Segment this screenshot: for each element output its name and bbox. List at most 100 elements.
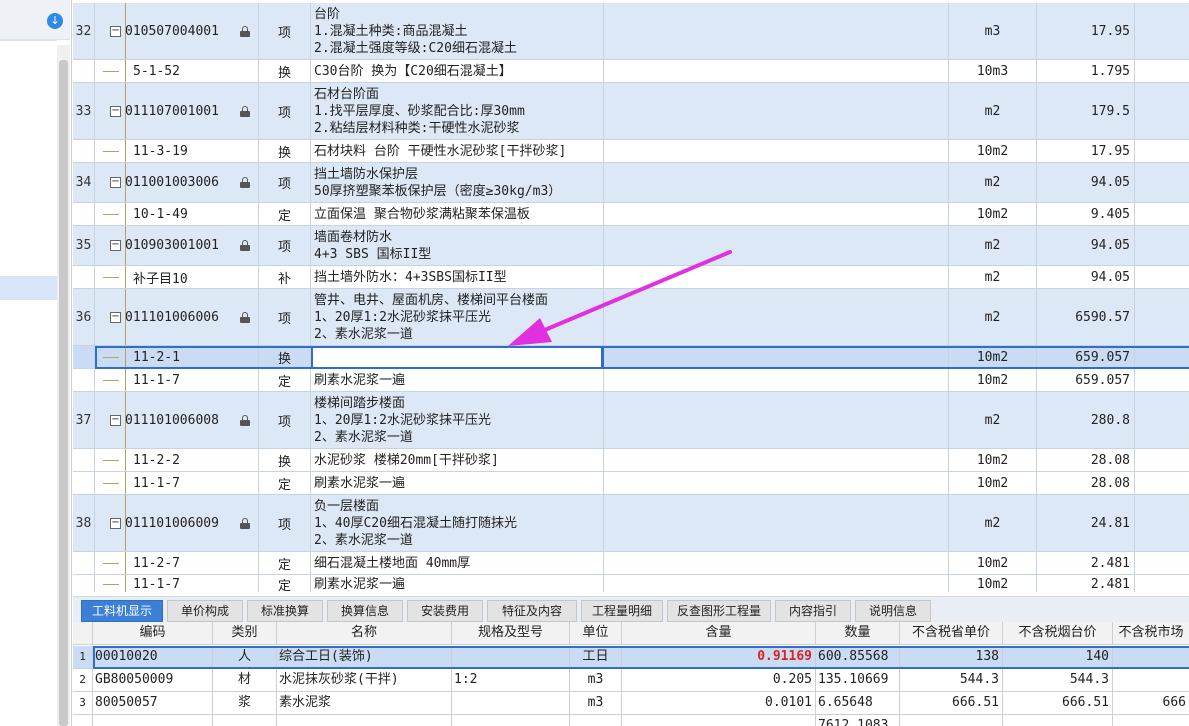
unit-cell[interactable]: 10m2 [949,369,1037,391]
quantity-cell[interactable]: 94.05 [1037,226,1135,265]
collapse-icon[interactable]: − [110,240,121,251]
code-cell[interactable]: 11-2-1 [95,346,259,368]
tab-1[interactable]: 单价构成 [167,600,243,622]
category-cell[interactable]: 项 [259,289,311,345]
code-cell[interactable]: 补子目10 [95,266,259,288]
quota-row[interactable]: 11-2-7 定 细石混凝土楼地面 40mm厚 10m2 2.481 [73,552,1189,575]
code-cell[interactable]: −011107001001 [95,83,259,139]
unit-cell[interactable]: m3 [949,3,1037,59]
feature-cell[interactable] [604,289,949,345]
column-header[interactable]: 含量 [622,622,816,644]
resource-row[interactable]: 7612.1083 [73,715,1189,726]
unit-cell[interactable]: m2 [949,226,1037,265]
category-cell[interactable]: 项 [259,3,311,59]
code-cell[interactable]: 5-1-52 [95,60,259,82]
feature-cell[interactable] [604,163,949,202]
code-cell[interactable]: −011101006006 [95,289,259,345]
collapse-icon[interactable]: − [110,311,121,323]
tab-2[interactable]: 标准换算 [247,600,323,622]
quantity-cell[interactable]: 659.057 [1037,346,1135,368]
category-cell[interactable]: 项 [259,495,311,551]
feature-cell[interactable] [604,346,949,368]
bill-item-row[interactable]: 35−010903001001 项墙面卷材防水 4+3 SBS 国标II型 m2 94.… [73,226,1189,266]
code-cell[interactable]: 11-2-7 [95,552,259,574]
resource-cell[interactable]: 140 [1003,646,1113,668]
unit-cell[interactable]: m2 [949,266,1037,288]
tab-3[interactable]: 换算信息 [327,600,403,622]
category-cell[interactable]: 换 [259,140,311,162]
resource-row[interactable]: 2 GB80050009 材水泥抹灰砂浆(干拌) 1:2 m3 0.205 135.1066… [73,669,1189,692]
tab-0[interactable]: 工料机显示 [81,600,163,622]
resource-cell[interactable]: 600.85568 [816,646,900,668]
resource-row[interactable]: 1 00010020 人综合工日(装饰) 工日 0.91169 600.85568 138 1… [73,646,1189,669]
resource-cell[interactable]: 0.205 [622,669,816,691]
tab-8[interactable]: 内容指引 [775,600,851,622]
resource-cell[interactable] [213,715,277,726]
resource-cell[interactable]: 7612.1083 [816,715,900,726]
resource-cell[interactable]: 综合工日(装饰) [277,646,452,668]
resource-cell[interactable]: 6.65648 [816,692,900,714]
quantity-cell[interactable]: 17.95 [1037,3,1135,59]
tab-7[interactable]: 反查图形工程量 [667,600,771,622]
resource-cell[interactable] [1113,646,1189,668]
resource-cell[interactable]: 素水泥浆 [277,692,452,714]
quota-row[interactable]: 补子目10 补 挡土墙外防水：4+3SBS国标II型 m2 94.05 [73,266,1189,289]
name-cell[interactable]: 管井、电井、屋面机房、楼梯间平台楼面 1、20厚1:2水泥砂浆抹平压光 2、素水泥浆… [311,289,604,345]
feature-cell[interactable] [604,552,949,574]
resource-cell[interactable]: 666.51 [1003,692,1113,714]
resource-cell[interactable]: 水泥抹灰砂浆(干拌) [277,669,452,691]
category-cell[interactable]: 换 [259,449,311,471]
name-cell[interactable]: 楼梯间踏步楼面 1、20厚1:2水泥砂浆抹平压光 2、素水泥浆一道 [311,392,604,448]
column-header[interactable]: 类别 [213,622,277,644]
name-cell[interactable]: 石材块料 台阶 干硬性水泥砂浆[干拌砂浆] [311,140,604,162]
quantity-cell[interactable]: 9.405 [1037,203,1135,225]
quantity-cell[interactable]: 28.08 [1037,449,1135,471]
column-header[interactable]: 不含税省单价 [900,622,1003,644]
code-cell[interactable]: −011101006008 [95,392,259,448]
collapse-icon[interactable]: − [110,517,121,529]
tab-4[interactable]: 安装费用 [407,600,483,622]
column-header[interactable]: 数量 [816,622,900,644]
resource-cell[interactable] [1113,669,1189,691]
resource-cell[interactable] [1003,715,1113,726]
quantity-cell[interactable]: 24.81 [1037,495,1135,551]
resource-cell[interactable] [900,715,1003,726]
resource-cell[interactable] [452,692,570,714]
bill-item-row[interactable]: 36−011101006006 项管井、电井、屋面机房、楼梯间平台楼面 1、20厚1… [73,289,1189,346]
category-cell[interactable]: 定 [259,472,311,494]
feature-cell[interactable] [604,575,949,592]
column-header[interactable]: 不含税烟台价 [1003,622,1113,644]
column-header[interactable]: 名称 [277,622,452,644]
bill-item-row[interactable]: 37−011101006008 项楼梯间踏步楼面 1、20厚1:2水泥砂浆抹平压光 2… [73,392,1189,449]
code-cell[interactable]: 11-2-2 [95,449,259,471]
bill-item-row[interactable]: 34−011001003006 项挡土墙防水保护层 50厚挤塑聚苯板保护层（密度≥3… [73,163,1189,203]
quantity-cell[interactable]: 94.05 [1037,163,1135,202]
resource-cell[interactable]: 0.91169 [622,646,816,668]
resource-cell[interactable] [570,715,622,726]
name-cell[interactable]: 水泥砂浆 楼梯20mm[干拌砂浆] [311,449,604,471]
column-header[interactable]: 单位 [570,622,622,644]
resource-cell[interactable] [93,715,213,726]
resource-cell[interactable]: m3 [570,692,622,714]
unit-cell[interactable]: 10m2 [949,140,1037,162]
bill-item-row[interactable]: 33−011107001001 项石材台阶面 1.找平层厚度、砂浆配合比:厚30mm… [73,83,1189,140]
feature-cell[interactable] [604,203,949,225]
resource-cell[interactable]: 0.0101 [622,692,816,714]
category-cell[interactable]: 换 [259,60,311,82]
collapse-icon[interactable]: − [110,414,121,426]
name-cell[interactable]: 细石混凝土楼地面 40mm厚 [311,552,604,574]
code-cell[interactable]: −011001003006 [95,163,259,202]
feature-cell[interactable] [604,140,949,162]
name-cell[interactable]: 石材台阶面 1.找平层厚度、砂浆配合比:厚30mm 2.粘结层材料种类:干硬性水泥砂… [311,83,604,139]
resource-cell[interactable]: 138 [900,646,1003,668]
resource-cell[interactable]: 浆 [213,692,277,714]
resource-cell[interactable]: 1:2 [452,669,570,691]
category-cell[interactable]: 项 [259,83,311,139]
unit-cell[interactable]: 10m3 [949,60,1037,82]
quantity-cell[interactable]: 2.481 [1037,575,1135,592]
unit-cell[interactable]: 10m2 [949,472,1037,494]
resource-cell[interactable]: 材 [213,669,277,691]
code-cell[interactable]: 10-1-49 [95,203,259,225]
feature-cell[interactable] [604,60,949,82]
resource-cell[interactable] [452,646,570,668]
